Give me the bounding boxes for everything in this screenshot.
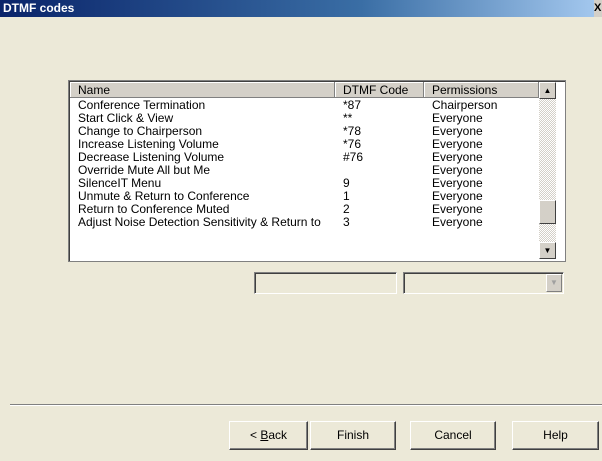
row-dtmf-code: #76 [343,151,364,164]
table-row[interactable]: Adjust Noise Detection Sensitivity & Ret… [70,216,539,229]
table-header: Name DTMF Code Permissions [70,82,539,98]
row-name: Start Click & View [78,112,174,125]
scroll-down-icon[interactable]: ▼ [539,242,556,259]
finish-button[interactable]: Finish [310,421,396,450]
row-permission: Everyone [432,190,483,203]
help-button[interactable]: Help [512,421,599,450]
row-dtmf-code: *87 [343,99,362,112]
row-name: Conference Termination [78,99,206,112]
row-dtmf-code [335,164,424,177]
row-dtmf-code: ** [343,112,353,125]
chevron-down-icon[interactable]: ▼ [546,274,562,292]
row-name: Override Mute All but Me [78,164,211,177]
table-row[interactable]: Return to Conference Muted 2 Everyone [70,203,539,216]
title-bar: DTMF codes X [0,0,602,17]
table-row[interactable]: Increase Listening Volume *76 Everyone [70,138,539,151]
table-row[interactable]: Unmute & Return to Conference 1 Everyone [70,190,539,203]
footer-divider [10,404,602,406]
table-row[interactable]: Start Click & View ** Everyone [70,112,539,125]
row-dtmf-code: *78 [343,125,362,138]
row-permission: Everyone [432,138,483,151]
close-icon[interactable]: X [594,0,602,17]
back-button[interactable]: < Back [229,421,308,450]
window-title: DTMF codes [3,1,75,15]
row-permission: Everyone [432,164,483,177]
column-header-name[interactable]: Name [70,82,335,98]
row-dtmf-code: *76 [343,138,362,151]
row-dtmf-code: 3 [343,216,350,229]
row-permission: Everyone [432,125,483,138]
permission-select[interactable]: ▼ [403,272,564,294]
row-permission: Everyone [432,112,483,125]
back-button-prefix: < [249,428,261,442]
row-dtmf-code: 1 [343,190,350,203]
table-row[interactable]: Decrease Listening Volume #76 Everyone [70,151,539,164]
table-row[interactable]: SilenceIT Menu 9 Everyone [70,177,539,190]
row-permission: Everyone [432,203,483,216]
row-name: Return to Conference Muted [78,203,230,216]
scroll-thumb[interactable] [539,200,556,224]
row-permission: Everyone [432,177,483,190]
back-button-rest: ack [268,428,288,442]
row-name: SilenceIT Menu [78,177,162,190]
vertical-scrollbar[interactable]: ▲ ▼ [539,82,556,259]
dtmf-codes-table[interactable]: Name DTMF Code Permissions Conference Te… [68,80,566,262]
row-name: Change to Chairperson [78,125,203,138]
cancel-button[interactable]: Cancel [410,421,496,450]
row-dtmf-code: 9 [343,177,350,190]
row-permission: Chairperson [432,99,498,112]
dtmf-code-input[interactable] [254,272,397,294]
scroll-up-icon[interactable]: ▲ [539,82,556,99]
column-header-dtmf-code[interactable]: DTMF Code [335,82,424,98]
column-header-permissions[interactable]: Permissions [424,82,539,98]
row-name: Unmute & Return to Conference [78,190,250,203]
row-name: Adjust Noise Detection Sensitivity & Ret… [78,216,321,229]
table-row[interactable]: Conference Termination *87 Chairperson [70,99,539,112]
row-name: Decrease Listening Volume [78,151,225,164]
row-permission: Everyone [432,151,483,164]
row-name: Increase Listening Volume [78,138,219,151]
row-dtmf-code: 2 [343,203,350,216]
row-permission: Everyone [432,216,483,229]
table-row[interactable]: Change to Chairperson *78 Everyone [70,125,539,138]
table-body: Conference Termination *87 Chairperson Sta… [70,99,539,229]
table-row[interactable]: Override Mute All but Me Everyone [70,164,539,177]
